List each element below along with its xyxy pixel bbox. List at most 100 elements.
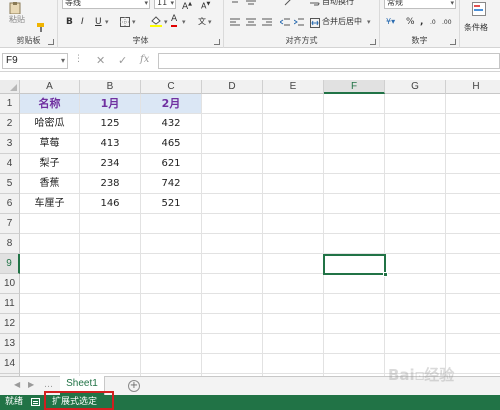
underline-dropdown-icon[interactable]: ▾ (105, 16, 109, 28)
table-cell[interactable]: 234 (80, 154, 141, 174)
table-cell[interactable]: 465 (141, 134, 202, 154)
add-sheet-icon[interactable]: + (128, 380, 140, 392)
cell-G5[interactable] (385, 174, 446, 194)
cell-H2[interactable] (446, 114, 500, 134)
fill-color-dropdown-icon[interactable]: ▾ (164, 16, 168, 28)
cell-D7[interactable] (202, 214, 263, 234)
table-cell[interactable]: 238 (80, 174, 141, 194)
table-header-cell[interactable]: 名称 (20, 94, 80, 114)
comma-style-icon[interactable]: , (420, 16, 423, 28)
active-cell-F9[interactable] (323, 254, 388, 277)
cell-E5[interactable] (263, 174, 324, 194)
cell-G1[interactable] (385, 94, 446, 114)
cell-A7[interactable] (20, 214, 80, 234)
merge-dropdown-icon[interactable]: ▾ (367, 16, 371, 28)
cell-H12[interactable] (446, 314, 500, 334)
cell-D2[interactable] (202, 114, 263, 134)
phonetic-dropdown-icon[interactable]: ▾ (208, 16, 212, 28)
row-header-9[interactable]: 9 (0, 254, 20, 274)
cell-H5[interactable] (446, 174, 500, 194)
clipboard-launcher-icon[interactable] (48, 39, 54, 45)
cell-H13[interactable] (446, 334, 500, 354)
cell-A14[interactable] (20, 354, 80, 374)
cell-F7[interactable] (324, 214, 385, 234)
font-name-select[interactable]: 等线 ▾ (62, 0, 150, 9)
table-header-cell[interactable]: 2月 (141, 94, 202, 114)
cell-G8[interactable] (385, 234, 446, 254)
decrease-decimal-icon[interactable]: .00 (442, 17, 452, 29)
table-cell[interactable]: 车厘子 (20, 194, 80, 214)
accounting-icon[interactable]: ¥▾ (386, 16, 395, 28)
cell-B9[interactable] (80, 254, 141, 274)
cell-C11[interactable] (141, 294, 202, 314)
cell-F11[interactable] (324, 294, 385, 314)
number-launcher-icon[interactable] (450, 39, 456, 45)
cell-G10[interactable] (385, 274, 446, 294)
table-cell[interactable]: 草莓 (20, 134, 80, 154)
cell-F6[interactable] (324, 194, 385, 214)
cell-E11[interactable] (263, 294, 324, 314)
font-size-select[interactable]: 11 ▾ (154, 0, 176, 9)
cell-B12[interactable] (80, 314, 141, 334)
cell-C14[interactable] (141, 354, 202, 374)
cell-G6[interactable] (385, 194, 446, 214)
row-header-2[interactable]: 2 (0, 114, 20, 134)
cell-C8[interactable] (141, 234, 202, 254)
cell-E12[interactable] (263, 314, 324, 334)
column-header-C[interactable]: C (141, 80, 202, 94)
enter-icon[interactable]: ✓ (118, 54, 127, 67)
align-middle-icon[interactable] (246, 0, 256, 8)
bold-button[interactable]: B (66, 16, 73, 28)
column-header-H[interactable]: H (446, 80, 500, 94)
border-icon[interactable] (120, 17, 130, 27)
cell-F4[interactable] (324, 154, 385, 174)
insert-function-icon[interactable]: fx (140, 54, 149, 65)
cancel-icon[interactable]: ✕ (96, 54, 105, 67)
cell-D3[interactable] (202, 134, 263, 154)
cell-D1[interactable] (202, 94, 263, 114)
number-format-select[interactable]: 常规 ▾ (384, 0, 456, 9)
cell-D10[interactable] (202, 274, 263, 294)
cell-D5[interactable] (202, 174, 263, 194)
cell-D9[interactable] (202, 254, 263, 274)
cell-A10[interactable] (20, 274, 80, 294)
cell-G3[interactable] (385, 134, 446, 154)
row-header-14[interactable]: 14 (0, 354, 20, 374)
cell-H7[interactable] (446, 214, 500, 234)
table-cell[interactable]: 432 (141, 114, 202, 134)
decrease-indent-icon[interactable] (279, 18, 290, 28)
cell-A13[interactable] (20, 334, 80, 354)
table-header-cell[interactable]: 1月 (80, 94, 141, 114)
row-header-6[interactable]: 6 (0, 194, 20, 214)
row-header-5[interactable]: 5 (0, 174, 20, 194)
cell-E7[interactable] (263, 214, 324, 234)
font-launcher-icon[interactable] (214, 39, 220, 45)
merge-center-icon[interactable] (310, 18, 320, 28)
cell-D14[interactable] (202, 354, 263, 374)
cell-E3[interactable] (263, 134, 324, 154)
worksheet-grid[interactable]: A B C D E F G H 1 2 3 4 5 6 7 8 9 10 11 … (0, 80, 500, 376)
table-cell[interactable]: 413 (80, 134, 141, 154)
cell-E10[interactable] (263, 274, 324, 294)
cell-D6[interactable] (202, 194, 263, 214)
cell-F13[interactable] (324, 334, 385, 354)
select-all-button[interactable] (0, 80, 20, 94)
cell-E1[interactable] (263, 94, 324, 114)
column-header-A[interactable]: A (20, 80, 80, 94)
column-header-E[interactable]: E (263, 80, 324, 94)
table-cell[interactable]: 哈密瓜 (20, 114, 80, 134)
macro-record-icon[interactable] (31, 398, 40, 406)
align-top-icon[interactable] (230, 0, 240, 8)
cell-F8[interactable] (324, 234, 385, 254)
font-color-button[interactable]: A (171, 14, 178, 27)
cell-H8[interactable] (446, 234, 500, 254)
formula-input[interactable] (158, 53, 500, 69)
cell-F5[interactable] (324, 174, 385, 194)
cell-B14[interactable] (80, 354, 141, 374)
cell-B13[interactable] (80, 334, 141, 354)
cell-G2[interactable] (385, 114, 446, 134)
row-header-8[interactable]: 8 (0, 234, 20, 254)
table-cell[interactable]: 521 (141, 194, 202, 214)
cell-G13[interactable] (385, 334, 446, 354)
row-header-10[interactable]: 10 (0, 274, 20, 294)
